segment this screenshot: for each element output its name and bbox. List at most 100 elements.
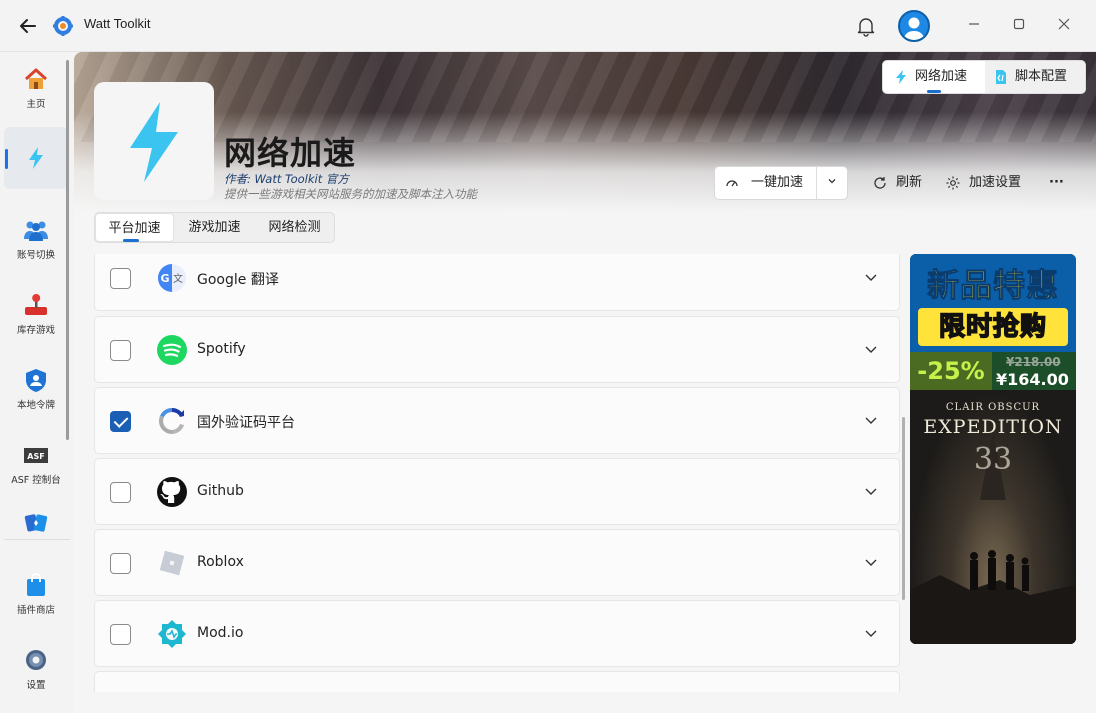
ad-discount: -25% [910,352,992,390]
users-icon [24,221,48,241]
refresh-label: 刷新 [896,175,923,190]
svg-text:G: G [160,272,169,285]
chevron-down-icon[interactable] [863,341,879,357]
sidebar-item-account-switch[interactable]: 账号切换 [4,207,68,269]
sidebar-item-label: 账号切换 [16,250,55,261]
sidebar: 主页 账号切换 库存游戏 本地令牌 ASF ASF 控制台 插件商店 设置 [0,52,74,713]
one-click-accel-dropdown[interactable] [817,167,847,199]
chevron-down-icon[interactable] [863,269,879,285]
service-checkbox[interactable] [110,624,131,645]
tab-label: 游戏加速 [188,220,241,235]
ad-game-title: EXPEDITION [923,416,1063,438]
maximize-button[interactable] [1007,14,1031,38]
tab-script-config[interactable]: 脚本配置 [985,61,1085,93]
sidebar-item-cards[interactable] [4,500,68,538]
tab-label: 平台加速 [108,221,161,236]
more-options-button[interactable]: ··· [1049,166,1064,200]
sidebar-item-label: 主页 [26,99,46,110]
service-name: Roblox [197,554,244,570]
list-scrollbar[interactable] [902,417,905,600]
cards-icon [24,514,48,532]
sidebar-item-label: ASF 控制台 [11,475,61,486]
ad-price-row: -25% ¥218.00 ¥164.00 [910,352,1076,390]
service-name: Mod.io [197,625,244,641]
svg-text:文: 文 [173,272,183,285]
tab-platform-accel[interactable]: 平台加速 [95,213,174,242]
svg-text:ASF: ASF [27,452,44,461]
service-checkbox[interactable] [110,268,131,289]
shopping-bag-icon [27,573,45,596]
tab-network-accel[interactable]: 网络加速 [893,61,967,93]
sidebar-item-local-token[interactable]: 本地令牌 [4,357,68,419]
service-name: 国外验证码平台 [197,415,295,431]
sidebar-item-home[interactable]: 主页 [4,56,68,118]
ad-original-price: ¥218.00 [1006,355,1061,369]
chevron-down-icon [828,179,836,184]
page-author: 作者: Watt Toolkit 官方 [224,172,349,186]
github-icon [157,477,187,507]
app-title: Watt Toolkit [84,16,151,31]
minimize-button[interactable] [962,14,986,38]
back-button[interactable] [16,14,40,38]
bell-icon[interactable] [854,14,878,38]
mode-switcher-indicator [927,90,941,93]
tab-script-config-label: 脚本配置 [1015,69,1068,84]
one-click-accel-split-button: 一键加速 [714,166,848,200]
refresh-button[interactable]: 刷新 [872,166,922,200]
list-item[interactable]: Roblox [94,529,900,596]
list-item[interactable] [94,671,900,692]
joystick-icon [25,294,47,315]
tab-network-check[interactable]: 网络检测 [255,213,334,242]
ad-subheadline: 限时抢购 [938,311,1047,343]
promo-ad[interactable]: 新品特惠 限时抢购 -25% ¥218.00 ¥164.00 CLAIR OBS… [910,254,1076,644]
google-translate-icon: G 文 [158,264,186,292]
avatar[interactable] [898,10,930,42]
home-icon [24,68,48,89]
sidebar-scrollbar[interactable] [66,60,69,440]
shield-user-icon [26,369,46,392]
chevron-down-icon[interactable] [863,625,879,641]
page-description: 提供一些游戏相关网站服务的加速及脚本注入功能 [224,187,477,201]
list-item[interactable]: Spotify [94,316,900,383]
accel-settings-button[interactable]: 加速设置 [945,166,1021,200]
spotify-icon [157,335,187,365]
sidebar-item-asf-console[interactable]: ASF ASF 控制台 [4,432,68,494]
maximize-icon [1013,18,1025,30]
chevron-down-icon[interactable] [863,483,879,499]
app-logo-icon [53,16,73,36]
service-name: Google 翻译 [197,272,279,288]
one-click-accel-button[interactable]: 一键加速 [715,167,816,199]
recaptcha-icon [159,408,184,434]
ad-price: ¥164.00 [996,370,1069,389]
refresh-icon [874,176,886,189]
list-item[interactable]: Mod.io [94,600,900,667]
list-item[interactable]: 国外验证码平台 [94,387,900,454]
service-list: G 文 Google 翻译 Spotify 国外验证码平台 Github Rob… [94,254,900,692]
nav-active-indicator [5,149,8,169]
sidebar-item-plugin-store[interactable]: 插件商店 [4,562,68,624]
sidebar-item-settings[interactable]: 设置 [4,637,68,699]
tab-game-accel[interactable]: 游戏加速 [175,213,254,242]
sidebar-item-library-games[interactable]: 库存游戏 [4,282,68,344]
close-icon [1058,18,1070,30]
sidebar-item-label: 库存游戏 [16,325,55,336]
minimize-icon [969,23,979,25]
close-button[interactable] [1052,14,1076,38]
service-name: Github [197,483,244,499]
service-checkbox[interactable] [110,340,131,361]
service-checkbox[interactable] [110,411,131,432]
list-item[interactable]: G 文 Google 翻译 [94,254,900,311]
chevron-down-icon[interactable] [863,554,879,570]
sidebar-item-network-accel[interactable] [4,127,68,189]
main-content: 网络加速 脚本配置 网络加速 作者: Watt Toolkit 官方 提供一些游… [74,52,1096,713]
list-item[interactable]: Github [94,458,900,525]
chevron-down-icon[interactable] [863,412,879,428]
service-checkbox[interactable] [110,482,131,503]
modio-icon [158,620,186,648]
sidebar-item-label: 设置 [26,680,46,691]
mode-switcher: 网络加速 脚本配置 [882,60,1086,94]
ad-game-number: 33 [973,442,1013,477]
service-checkbox[interactable] [110,553,131,574]
user-avatar-icon [903,17,925,40]
ad-headline: 新品特惠 [926,266,1059,305]
